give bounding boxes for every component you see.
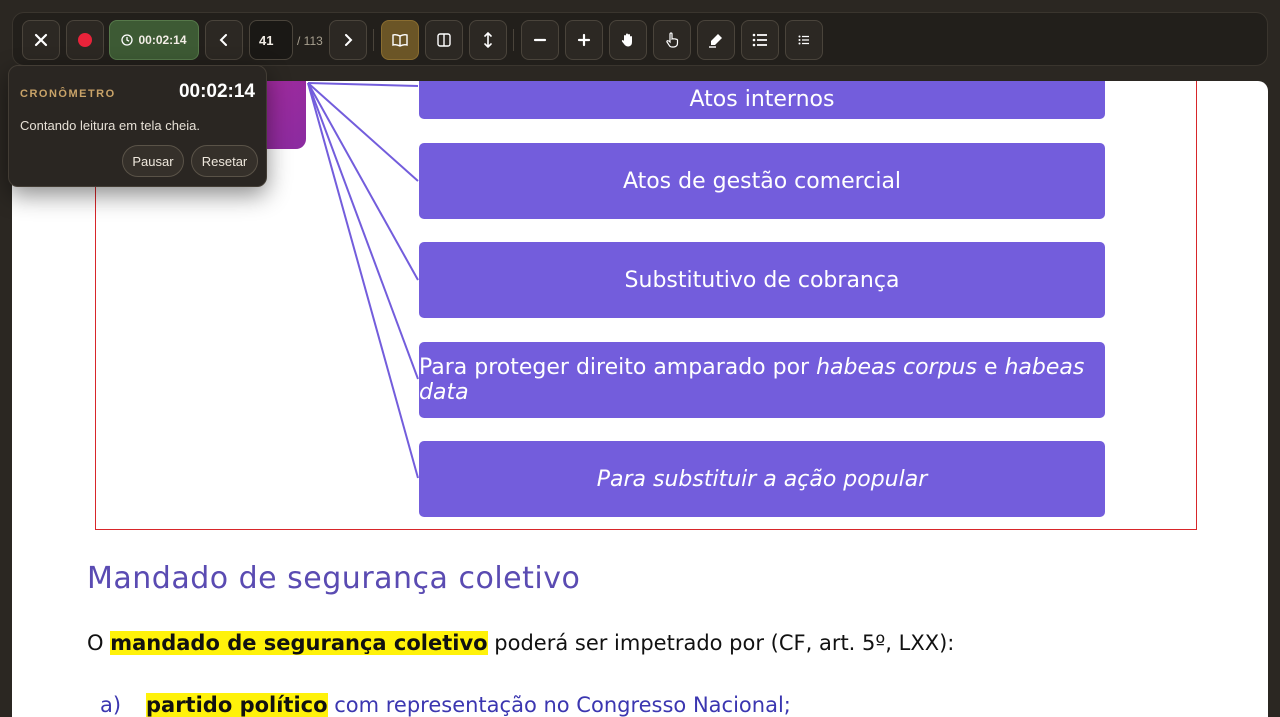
close-button[interactable] [22,20,60,60]
diagram-box-text: Atos de gestão comercial [622,168,902,194]
diagram-box-acao-popular: Para substituir a ação popular [419,441,1105,517]
list-icon [752,33,767,47]
timer-value: 00:02:14 [138,33,187,47]
timer-popover: CRONÔMETRO 00:02:14 Contando leitura em … [8,65,267,187]
popover-time: 00:02:14 [178,81,255,102]
zoom-out-button[interactable] [521,20,559,60]
diagram-box-text: Atos internos [689,86,835,112]
page-number-input[interactable]: 41 [249,20,293,60]
box-text-part: e [976,355,1005,380]
record-icon [78,33,92,47]
diagram-box-atos-internos: Atos internos [419,81,1105,119]
box-text-italic: habeas corpus [816,355,977,380]
two-column-view-button[interactable] [425,20,463,60]
popover-label: CRONÔMETRO [20,88,116,100]
page-total: / 113 [297,34,323,48]
popover-description: Contando leitura em tela cheia. [20,118,200,133]
list-item-label: a) [100,693,122,717]
list-item-text: com representação no Congresso Nacional; [327,693,791,717]
compact-list-button[interactable] [785,20,823,60]
highlighter-button[interactable] [697,20,735,60]
diagram-box-habeas: Para proteger direito amparado por habea… [419,342,1105,418]
chevron-left-icon [219,34,227,46]
diagram-box-cobranca: Substitutivo de cobrança [419,242,1105,318]
highlighted-text: partido político [146,693,328,717]
highlighter-icon [709,34,722,48]
body-paragraph: O mandado de segurança coletivo poderá s… [87,631,954,655]
small-list-icon [798,35,809,45]
toolbar-divider [513,29,514,51]
pointer-tool-button[interactable] [653,20,691,60]
record-button[interactable] [66,20,104,60]
box-text-part: Para proteger direito amparado por [419,355,817,380]
columns-icon [437,33,451,47]
diagram-box-text: Substitutivo de cobrança [624,267,900,293]
vertical-arrows-icon [484,32,492,48]
diagram-box-text: Para substituir a ação popular [596,466,928,492]
previous-page-button[interactable] [205,20,243,60]
pause-button[interactable]: Pausar [122,145,184,177]
hand-icon [621,33,632,47]
paragraph-text: poderá ser impetrado por (CF, art. 5º, L… [487,631,955,655]
clock-icon [121,34,134,46]
list-item: a) partido político com representação no … [100,693,791,717]
diagram-box-text: Para proteger direito amparado por habea… [419,355,1105,405]
pan-tool-button[interactable] [609,20,647,60]
reset-button[interactable]: Resetar [191,145,258,177]
outline-button[interactable] [741,20,779,60]
pointer-icon [666,32,679,48]
highlighted-text: mandado de segurança coletivo [110,631,488,655]
minus-icon [533,38,547,42]
diagram-box-gestao-comercial: Atos de gestão comercial [419,143,1105,219]
next-page-button[interactable] [329,20,367,60]
section-heading: Mandado de segurança coletivo [87,561,581,596]
close-icon [34,33,48,47]
book-view-button[interactable] [381,20,419,60]
plus-icon [577,33,591,47]
paragraph-text: O [87,631,111,655]
reader-toolbar: 00:02:14 41 / 113 [12,12,1268,66]
fit-height-button[interactable] [469,20,507,60]
zoom-in-button[interactable] [565,20,603,60]
book-icon [392,33,408,47]
chevron-right-icon [345,34,353,46]
timer-button[interactable]: 00:02:14 [109,20,199,60]
toolbar-divider [373,29,374,51]
